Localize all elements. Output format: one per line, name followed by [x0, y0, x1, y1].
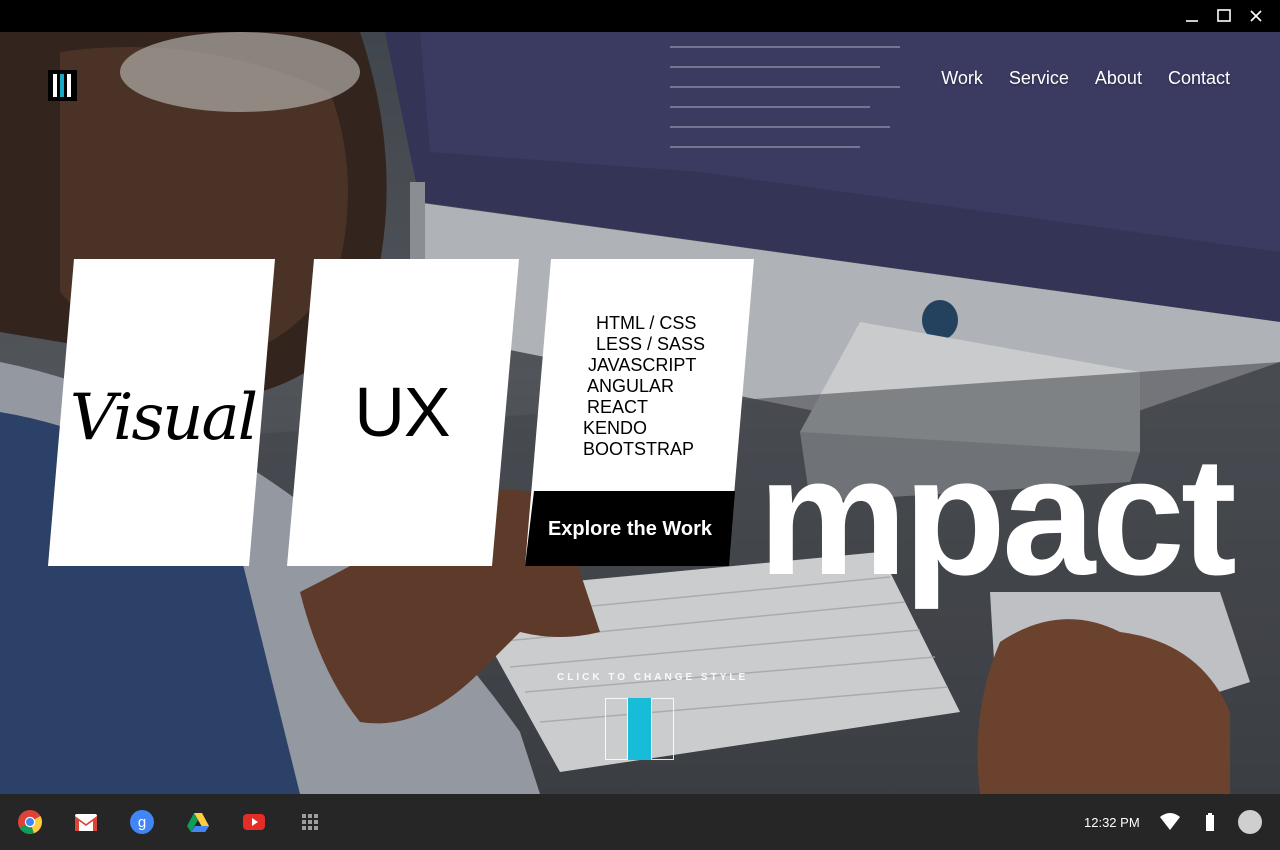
main-nav: Work Service About Contact — [941, 68, 1230, 89]
tech-item: JAVASCRIPT — [588, 355, 697, 375]
nav-link-work[interactable]: Work — [941, 68, 983, 89]
tech-item: BOOTSTRAP — [583, 439, 695, 459]
tech-item: LESS / SASS — [596, 334, 706, 354]
window-titlebar — [0, 0, 1280, 32]
minimize-icon[interactable] — [1182, 6, 1202, 26]
google-search-icon[interactable]: g — [130, 810, 154, 834]
hero-section: Work Service About Contact Visual UX HTM… — [0, 32, 1280, 794]
account-avatar[interactable] — [1238, 810, 1262, 834]
maximize-icon[interactable] — [1214, 6, 1234, 26]
battery-icon[interactable] — [1204, 812, 1216, 832]
style-swatch-2[interactable] — [628, 698, 651, 760]
close-icon[interactable] — [1246, 6, 1266, 26]
ux-card-title: UX — [354, 373, 450, 451]
style-swatch-3[interactable] — [651, 698, 674, 760]
svg-text:Visual: Visual — [70, 381, 256, 455]
tech-item: KENDO — [583, 418, 648, 438]
hero-headline: mpact — [758, 422, 1237, 610]
youtube-icon[interactable] — [242, 810, 266, 834]
explore-work-label[interactable]: Explore the Work — [525, 518, 735, 541]
system-clock[interactable]: 12:32 PM — [1084, 815, 1140, 830]
chrome-icon[interactable] — [18, 810, 42, 834]
os-shelf: g 12:32 PM — [0, 794, 1280, 850]
style-swatch-1[interactable] — [605, 698, 628, 760]
app-launcher-icon[interactable] — [298, 810, 322, 834]
tech-item: HTML / CSS — [596, 313, 697, 333]
drive-icon[interactable] — [186, 810, 210, 834]
nav-link-service[interactable]: Service — [1009, 68, 1069, 89]
wifi-icon[interactable] — [1160, 813, 1180, 831]
nav-link-about[interactable]: About — [1095, 68, 1142, 89]
style-switcher-label: CLICK TO CHANGE STYLE — [557, 672, 749, 683]
tech-item: REACT — [587, 397, 649, 417]
visual-handwritten-text: Visual — [70, 381, 258, 455]
tech-item: ANGULAR — [587, 376, 675, 396]
brand-logo[interactable] — [48, 70, 77, 101]
nav-link-contact[interactable]: Contact — [1168, 68, 1230, 89]
gmail-icon[interactable] — [74, 810, 98, 834]
svg-text:g: g — [138, 814, 146, 831]
